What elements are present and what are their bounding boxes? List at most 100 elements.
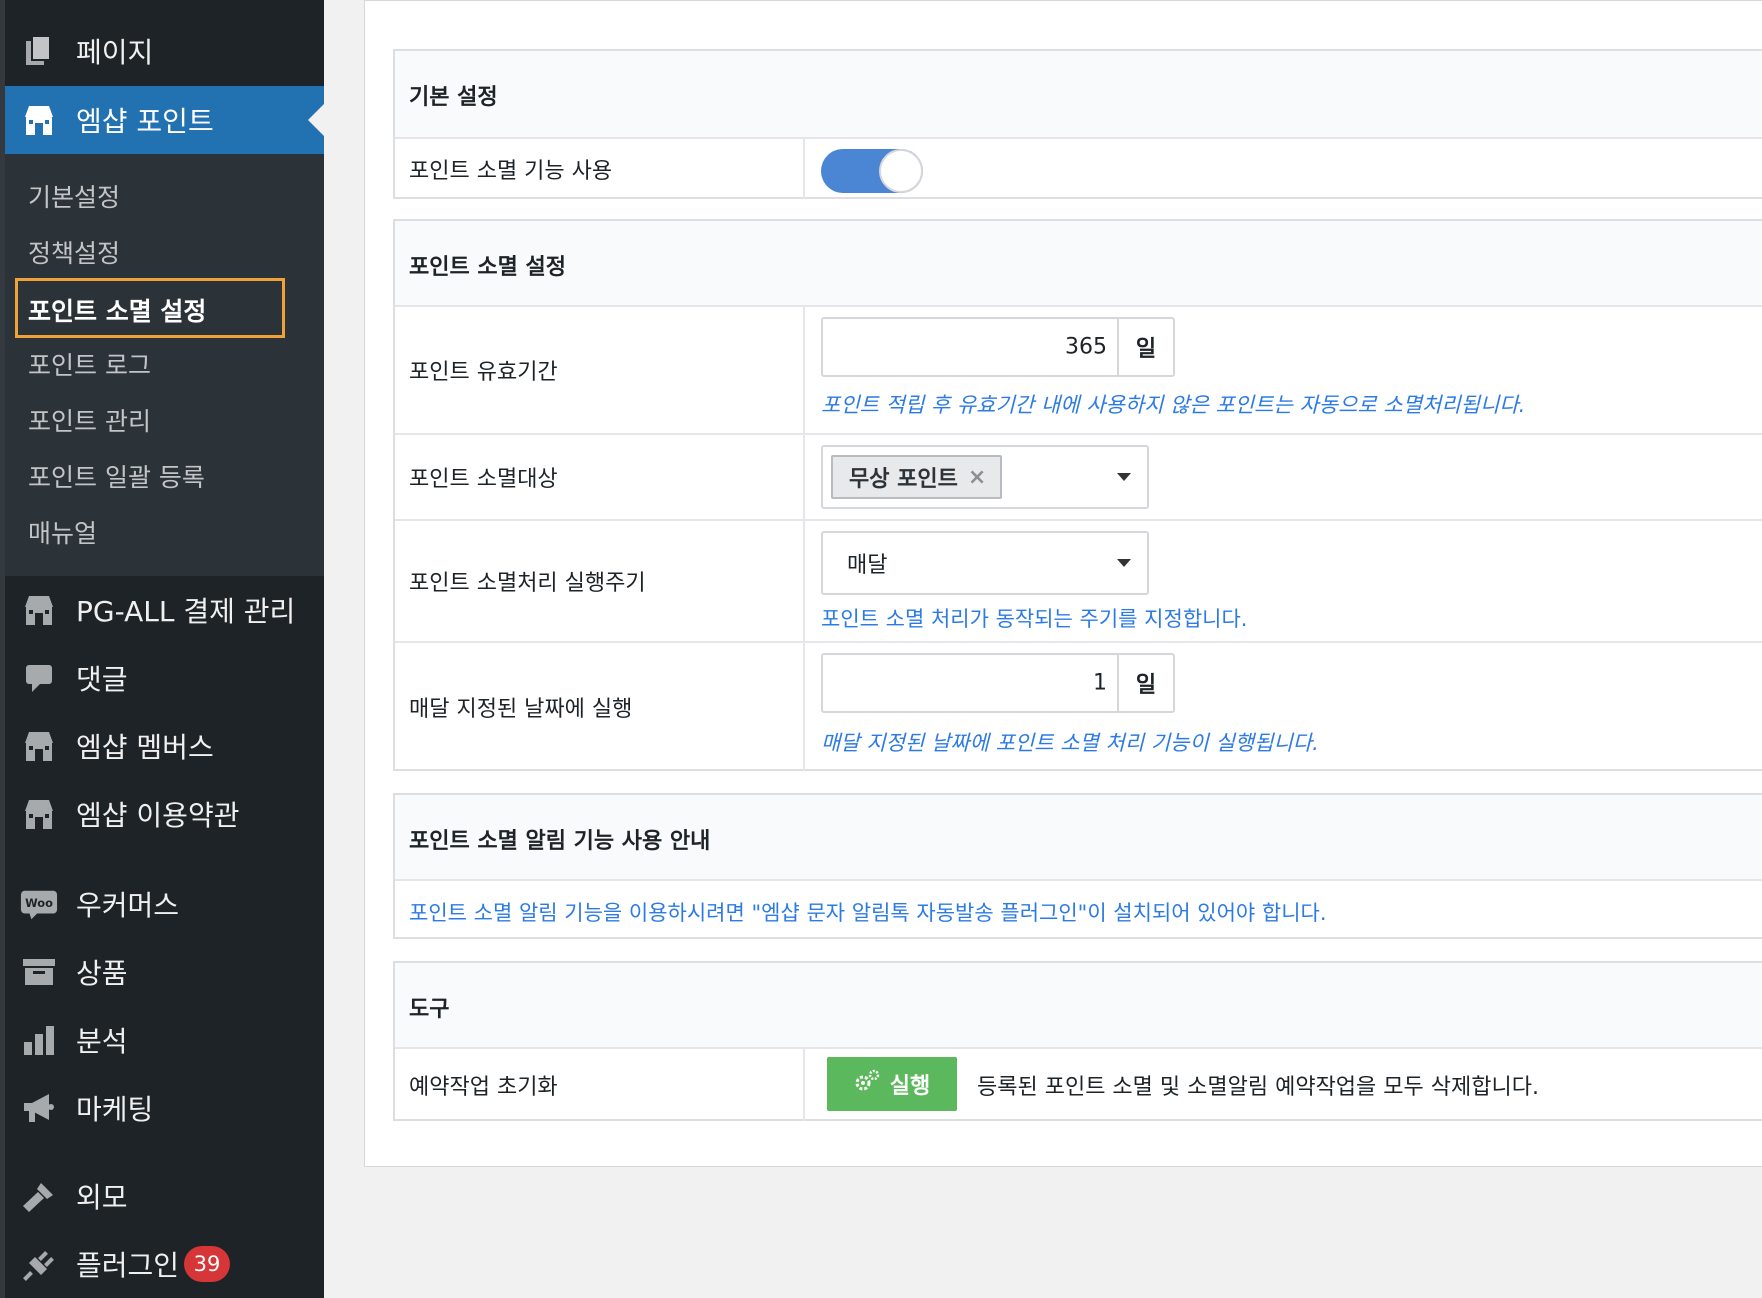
notice-text: 포인트 소멸 알림 기능을 이용하시려면 "엠샵 문자 알림톡 자동발송 플러그… [409,901,1327,925]
sidebar-item-label: 엠샵 멤버스 [76,731,214,764]
row-label: 매달 지정된 날짜에 실행 [409,697,633,722]
row-target: 포인트 소멸대상 무상 포인트 × [395,435,1762,521]
sidebar-separator [5,850,324,864]
label-cell: 예약작업 초기화 [395,1049,805,1121]
sidebar-item-label: 엠샵 포인트 [76,105,214,138]
expire-enable-toggle[interactable] [821,149,923,193]
sidebar-item-pages[interactable]: 페이지 [0,17,324,85]
monthly-day-input-group: 1 일 [821,653,1175,713]
section-title: 포인트 소멸 설정 [409,255,566,280]
brush-icon [20,1177,58,1215]
app: 페이지 엠샵 포인트 기본설정 정책설정 포인트 소멸 설정 포인트 로그 포인… [0,0,1762,1298]
value-cell: 매달 포인트 소멸 처리가 동작되는 주기를 지정합니다. [807,521,1762,641]
row-reset: 예약작업 초기화 실행 등록된 포인트 소멸 및 소멸알림 예약작업을 모두 삭… [395,1049,1762,1121]
submenu-item-log[interactable]: 포인트 로그 [28,346,151,382]
validity-hint: 포인트 적립 후 유효기간 내에 사용하지 않은 포인트는 자동으로 소멸처리됩… [821,393,1526,417]
chip-remove-icon[interactable]: × [968,465,986,490]
run-button[interactable]: 실행 [827,1057,957,1111]
sidebar-item-comments[interactable]: 댓글 [0,644,324,712]
sidebar-item-products[interactable]: 상품 [0,938,324,1006]
validity-unit: 일 [1117,319,1173,375]
row-validity: 포인트 유효기간 365 일 포인트 적립 후 유효기간 내에 사용하지 않은 … [395,307,1762,435]
value-cell: 365 일 포인트 적립 후 유효기간 내에 사용하지 않은 포인트는 자동으로… [807,307,1762,433]
section-title: 기본 설정 [409,85,498,110]
submenu-item-policy[interactable]: 정책설정 [28,234,120,270]
submenu-item-manage[interactable]: 포인트 관리 [28,402,151,438]
woo-icon: Woo [20,885,58,923]
target-chip: 무상 포인트 × [831,455,1003,499]
sidebar-item-pg-all[interactable]: PG-ALL 결제 관리 [0,576,324,644]
monthly-day-unit: 일 [1117,655,1173,711]
sidebar-separator [5,1144,324,1158]
cycle-hint: 포인트 소멸 처리가 동작되는 주기를 지정합니다. [821,607,1248,631]
submenu-item-manual[interactable]: 매뉴얼 [28,514,97,550]
cycle-selected: 매달 [847,553,888,578]
megaphone-icon [20,1089,58,1127]
chevron-down-icon [1117,559,1131,567]
chip-label: 무상 포인트 [849,467,958,492]
validity-input[interactable]: 365 [1065,335,1107,360]
section-header: 도구 [395,963,1762,1049]
gears-icon [854,1069,880,1099]
value-cell: 무상 포인트 × [807,435,1762,519]
settings-card: 기본 설정 포인트 소멸 기능 사용 포인트 소멸 설정 포인트 유효기간 36… [364,0,1762,1167]
row-label: 예약작업 초기화 [409,1075,558,1100]
submenu-item-bulk[interactable]: 포인트 일괄 등록 [28,458,205,494]
submenu-item-basic[interactable]: 기본설정 [28,178,120,214]
label-cell: 포인트 소멸대상 [395,435,805,519]
section-title: 포인트 소멸 알림 기능 사용 안내 [409,829,711,854]
sidebar-item-label: 상품 [76,957,128,990]
row-label: 포인트 소멸 기능 사용 [409,159,613,184]
pages-icon [20,32,58,70]
sidebar-item-mshop-members[interactable]: 엠샵 멤버스 [0,712,324,780]
label-cell: 포인트 소멸처리 실행주기 [395,521,805,641]
sidebar-item-plugins[interactable]: 플러그인 39 [0,1230,324,1298]
label-cell: 매달 지정된 날짜에 실행 [395,643,805,771]
sidebar-item-label: 분석 [76,1025,128,1058]
shop-icon [20,795,58,833]
monthly-day-input[interactable]: 1 [1093,671,1107,696]
current-arrow [308,104,324,136]
row-label: 포인트 유효기간 [409,360,558,385]
sidebar-item-mshop-point[interactable]: 엠샵 포인트 [5,86,324,154]
sidebar-item-marketing[interactable]: 마케팅 [0,1074,324,1142]
plugin-icon [20,1245,58,1283]
value-cell: 1 일 매달 지정된 날짜에 포인트 소멸 처리 기능이 실행됩니다. [807,643,1762,771]
row-cycle: 포인트 소멸처리 실행주기 매달 포인트 소멸 처리가 동작되는 주기를 지정합… [395,521,1762,643]
sidebar-item-analytics[interactable]: 분석 [0,1006,324,1074]
label-cell: 포인트 유효기간 [395,307,805,433]
woo-icon-text: Woo [25,896,53,910]
cycle-select[interactable]: 매달 [821,531,1149,595]
admin-sidebar: 페이지 엠샵 포인트 기본설정 정책설정 포인트 소멸 설정 포인트 로그 포인… [0,0,324,1298]
row-expire-enable: 포인트 소멸 기능 사용 [395,139,1762,199]
section-header: 포인트 소멸 알림 기능 사용 안내 [395,795,1762,881]
label-cell: 포인트 소멸 기능 사용 [395,139,805,199]
value-cell [807,139,1762,199]
sidebar-item-appearance[interactable]: 외모 [0,1162,324,1230]
chevron-down-icon [1117,473,1131,481]
row-monthly-day: 매달 지정된 날짜에 실행 1 일 매달 지정된 날짜에 포인트 소멸 처리 기… [395,643,1762,771]
sidebar-item-mshop-terms[interactable]: 엠샵 이용약관 [0,780,324,848]
section-tools: 도구 예약작업 초기화 실행 등록된 포인트 소멸 및 소멸알림 예약작업을 모… [393,961,1762,1121]
shop-icon [20,101,58,139]
sidebar-item-woocommerce[interactable]: Woo 우커머스 [0,870,324,938]
archive-icon [20,953,58,991]
target-select[interactable]: 무상 포인트 × [821,445,1149,509]
submenu-item-expire[interactable]: 포인트 소멸 설정 [28,292,206,328]
sidebar-item-label: 댓글 [76,663,128,696]
section-header: 기본 설정 [395,51,1762,139]
row-label: 포인트 소멸처리 실행주기 [409,571,646,596]
monthly-day-hint: 매달 지정된 날짜에 포인트 소멸 처리 기능이 실행됩니다. [821,731,1319,755]
section-notice: 포인트 소멸 알림 기능 사용 안내 포인트 소멸 알림 기능을 이용하시려면 … [393,793,1762,939]
sidebar-item-label: 외모 [76,1181,128,1214]
run-button-label: 실행 [889,1074,931,1099]
toggle-knob [879,149,923,193]
sidebar-item-label: 엠샵 이용약관 [76,799,240,832]
section-title: 도구 [409,997,450,1022]
sidebar-item-label: 페이지 [76,36,154,69]
row-label: 포인트 소멸대상 [409,467,558,492]
sidebar-submenu: 기본설정 정책설정 포인트 소멸 설정 포인트 로그 포인트 관리 포인트 일괄… [5,154,324,576]
bar-chart-icon [20,1021,58,1059]
main-content: 기본 설정 포인트 소멸 기능 사용 포인트 소멸 설정 포인트 유효기간 36… [324,0,1762,1298]
sidebar-item-label: 우커머스 [76,889,180,922]
